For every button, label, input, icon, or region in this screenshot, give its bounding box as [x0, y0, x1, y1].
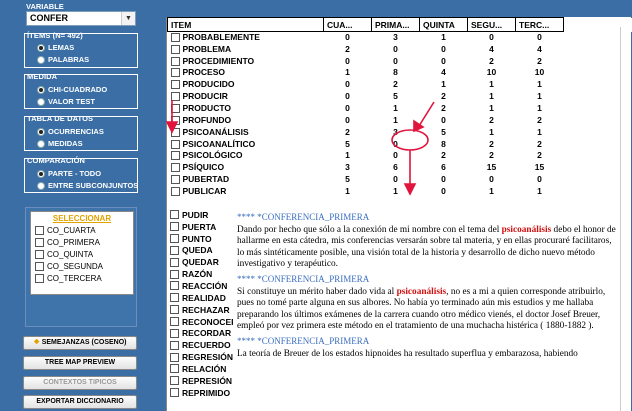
arrow-upper-icon — [418, 101, 435, 127]
annotation-arrows — [165, 100, 435, 196]
highlight-ellipse — [391, 129, 429, 151]
annotation-overlay — [165, 100, 435, 196]
arrowhead-down-icon — [403, 183, 417, 196]
arrowhead-left-icon — [165, 121, 179, 134]
